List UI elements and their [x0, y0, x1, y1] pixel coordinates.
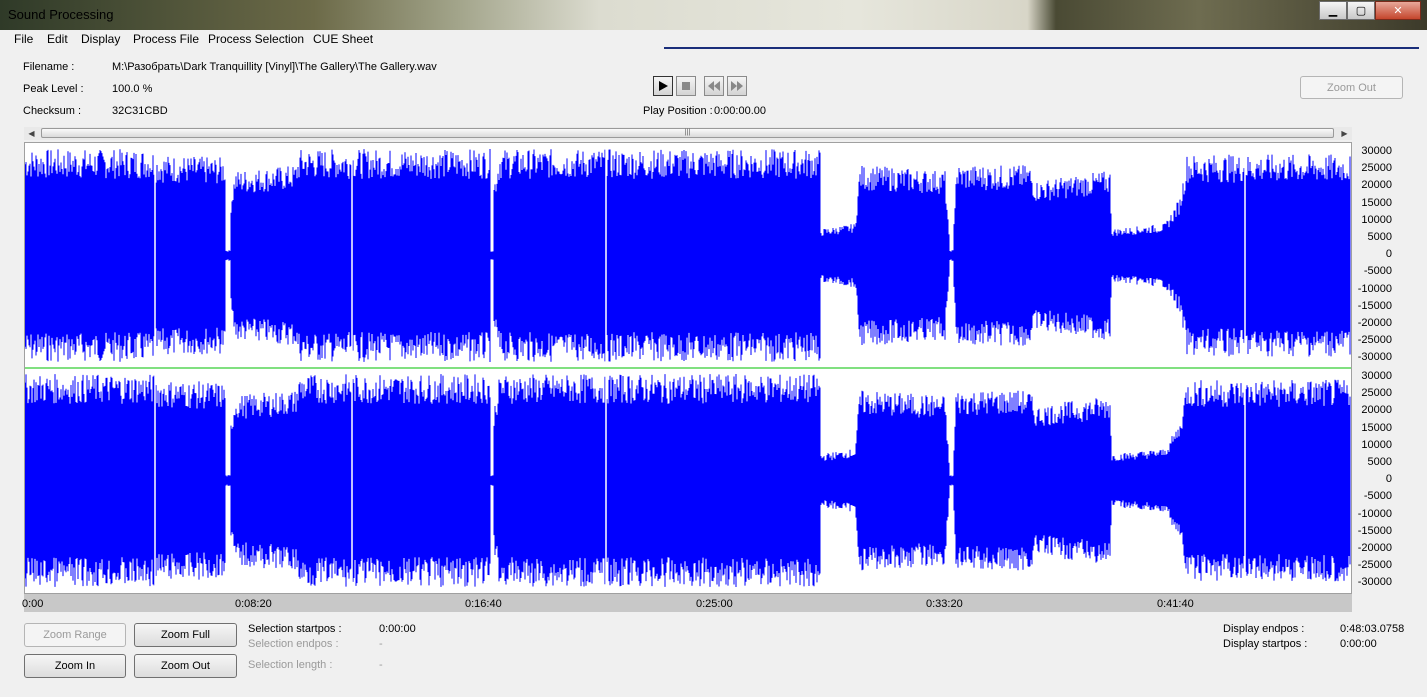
- menu-cue-sheet[interactable]: CUE Sheet: [313, 32, 373, 46]
- waveform-channel: [24, 149, 1351, 362]
- play-position-value: 0:00:00.00: [714, 105, 766, 117]
- close-button[interactable]: ✕: [1375, 1, 1421, 20]
- display-endpos-label: Display endpos :: [1223, 623, 1305, 635]
- scroll-left-icon[interactable]: ◀: [24, 127, 39, 140]
- amplitude-tick-label: 10000: [1361, 438, 1392, 451]
- checksum-value: 32C31CBD: [112, 105, 168, 117]
- time-ruler: 0:00 0:08:20 0:16:40 0:25:00 0:33:20 0:4…: [22, 594, 1352, 612]
- time-tick: 0:08:20: [235, 598, 272, 610]
- zoom-full-button[interactable]: Zoom Full: [134, 623, 237, 647]
- amplitude-tick-label: -10000: [1357, 282, 1392, 295]
- display-startpos-label: Display startpos :: [1223, 638, 1308, 650]
- amplitude-tick-label: 15000: [1361, 196, 1392, 209]
- window-controls: ▁ ▢ ✕: [1319, 1, 1421, 20]
- scrollbar-thumb[interactable]: |||: [41, 128, 1334, 138]
- peak-level-label: Peak Level :: [23, 83, 84, 95]
- maximize-icon: ▢: [1355, 5, 1367, 17]
- maximize-button[interactable]: ▢: [1347, 1, 1375, 20]
- amplitude-tick-label: -30000: [1357, 351, 1392, 364]
- scroll-right-icon[interactable]: ▶: [1337, 127, 1352, 140]
- selection-endpos-value: -: [379, 638, 383, 650]
- zoom-out-bottom-button[interactable]: Zoom Out: [134, 654, 237, 678]
- amplitude-tick-label: -30000: [1357, 576, 1392, 589]
- amplitude-tick-label: -20000: [1357, 317, 1392, 329]
- amplitude-tick-label: 5000: [1367, 456, 1392, 468]
- amplitude-tick-label: -25000: [1357, 559, 1392, 572]
- amplitude-axis-right-channel: 30000 25000 20000 15000 10000 5000 0 -5000 -1000…: [1352, 367, 1392, 592]
- amplitude-tick-label: 0: [1385, 473, 1392, 486]
- menu-divider: [664, 47, 1419, 49]
- minimize-icon: ▁: [1328, 5, 1338, 17]
- time-tick: 0:41:40: [1157, 598, 1194, 610]
- filename-label: Filename :: [23, 61, 75, 73]
- amplitude-tick-label: 20000: [1361, 179, 1392, 192]
- amplitude-axis-left-channel: 30000 25000 20000 15000 10000 5000 0 -5000 -1000…: [1352, 142, 1392, 367]
- menu-process-selection[interactable]: Process Selection: [208, 32, 304, 46]
- fast-forward-button[interactable]: [727, 76, 747, 96]
- menu-process-file[interactable]: Process File: [133, 32, 199, 46]
- amplitude-tick-label: -15000: [1357, 524, 1392, 537]
- menu-edit[interactable]: Edit: [47, 32, 68, 46]
- time-tick: 0:25:00: [696, 598, 733, 610]
- amplitude-tick-label: -25000: [1357, 334, 1392, 347]
- close-icon: ✕: [1393, 5, 1403, 17]
- display-endpos-value: 0:48:03.0758: [1340, 623, 1405, 635]
- amplitude-tick-label: -20000: [1357, 542, 1392, 554]
- waveform-display[interactable]: [24, 142, 1352, 594]
- time-tick: 0:16:40: [465, 598, 502, 610]
- amplitude-tick-label: 20000: [1361, 404, 1392, 417]
- selection-length-label: Selection length :: [248, 659, 333, 671]
- peak-level-value: 100.0 %: [112, 83, 153, 95]
- title-bar: Sound Processing ▁ ▢ ✕: [0, 0, 1427, 30]
- amplitude-tick-label: 25000: [1361, 162, 1392, 175]
- waveform-canvas: [24, 143, 1351, 593]
- amplitude-tick-label: -10000: [1357, 507, 1392, 520]
- minimize-button[interactable]: ▁: [1319, 1, 1347, 20]
- menu-file[interactable]: File: [14, 32, 33, 46]
- zoom-out-top-button[interactable]: Zoom Out: [1300, 76, 1403, 99]
- window-title: Sound Processing: [8, 7, 114, 22]
- checksum-label: Checksum :: [23, 105, 82, 117]
- play-icon: [659, 81, 668, 91]
- amplitude-tick-label: 30000: [1361, 370, 1392, 382]
- amplitude-tick-label: 10000: [1361, 213, 1392, 226]
- menu-display[interactable]: Display: [81, 32, 120, 46]
- amplitude-tick-label: 30000: [1361, 145, 1392, 157]
- selection-length-value: -: [379, 659, 383, 671]
- stop-button[interactable]: [676, 76, 696, 96]
- time-tick: 0:33:20: [926, 598, 963, 610]
- waveform-channel: [24, 374, 1351, 587]
- play-position-label: Play Position :: [643, 105, 713, 117]
- menu-bar: File Edit Display Process File Process S…: [0, 30, 1427, 49]
- amplitude-tick-label: 5000: [1367, 231, 1392, 243]
- zoom-in-button[interactable]: Zoom In: [24, 654, 126, 678]
- time-tick: 0:00: [22, 598, 44, 610]
- rewind-icon: [708, 81, 720, 91]
- filename-value: M:\Разобрать\Dark Tranquillity [Vinyl]\T…: [112, 61, 437, 73]
- amplitude-tick-label: -15000: [1357, 299, 1392, 312]
- selection-endpos-label: Selection endpos :: [248, 638, 339, 650]
- rewind-button[interactable]: [704, 76, 724, 96]
- amplitude-tick-label: 0: [1385, 248, 1392, 261]
- fast-forward-icon: [731, 81, 743, 91]
- amplitude-tick-label: 25000: [1361, 387, 1392, 400]
- selection-startpos-label: Selection startpos :: [248, 623, 342, 635]
- amplitude-tick-label: -5000: [1363, 265, 1392, 278]
- display-startpos-value: 0:00:00: [1340, 638, 1377, 650]
- stop-icon: [682, 82, 690, 90]
- amplitude-tick-label: -5000: [1363, 490, 1392, 503]
- selection-startpos-value: 0:00:00: [379, 623, 416, 635]
- zoom-range-button[interactable]: Zoom Range: [24, 623, 126, 647]
- horizontal-scrollbar[interactable]: ◀ ||| ▶: [24, 127, 1352, 140]
- play-button[interactable]: [653, 76, 673, 96]
- amplitude-tick-label: 15000: [1361, 421, 1392, 434]
